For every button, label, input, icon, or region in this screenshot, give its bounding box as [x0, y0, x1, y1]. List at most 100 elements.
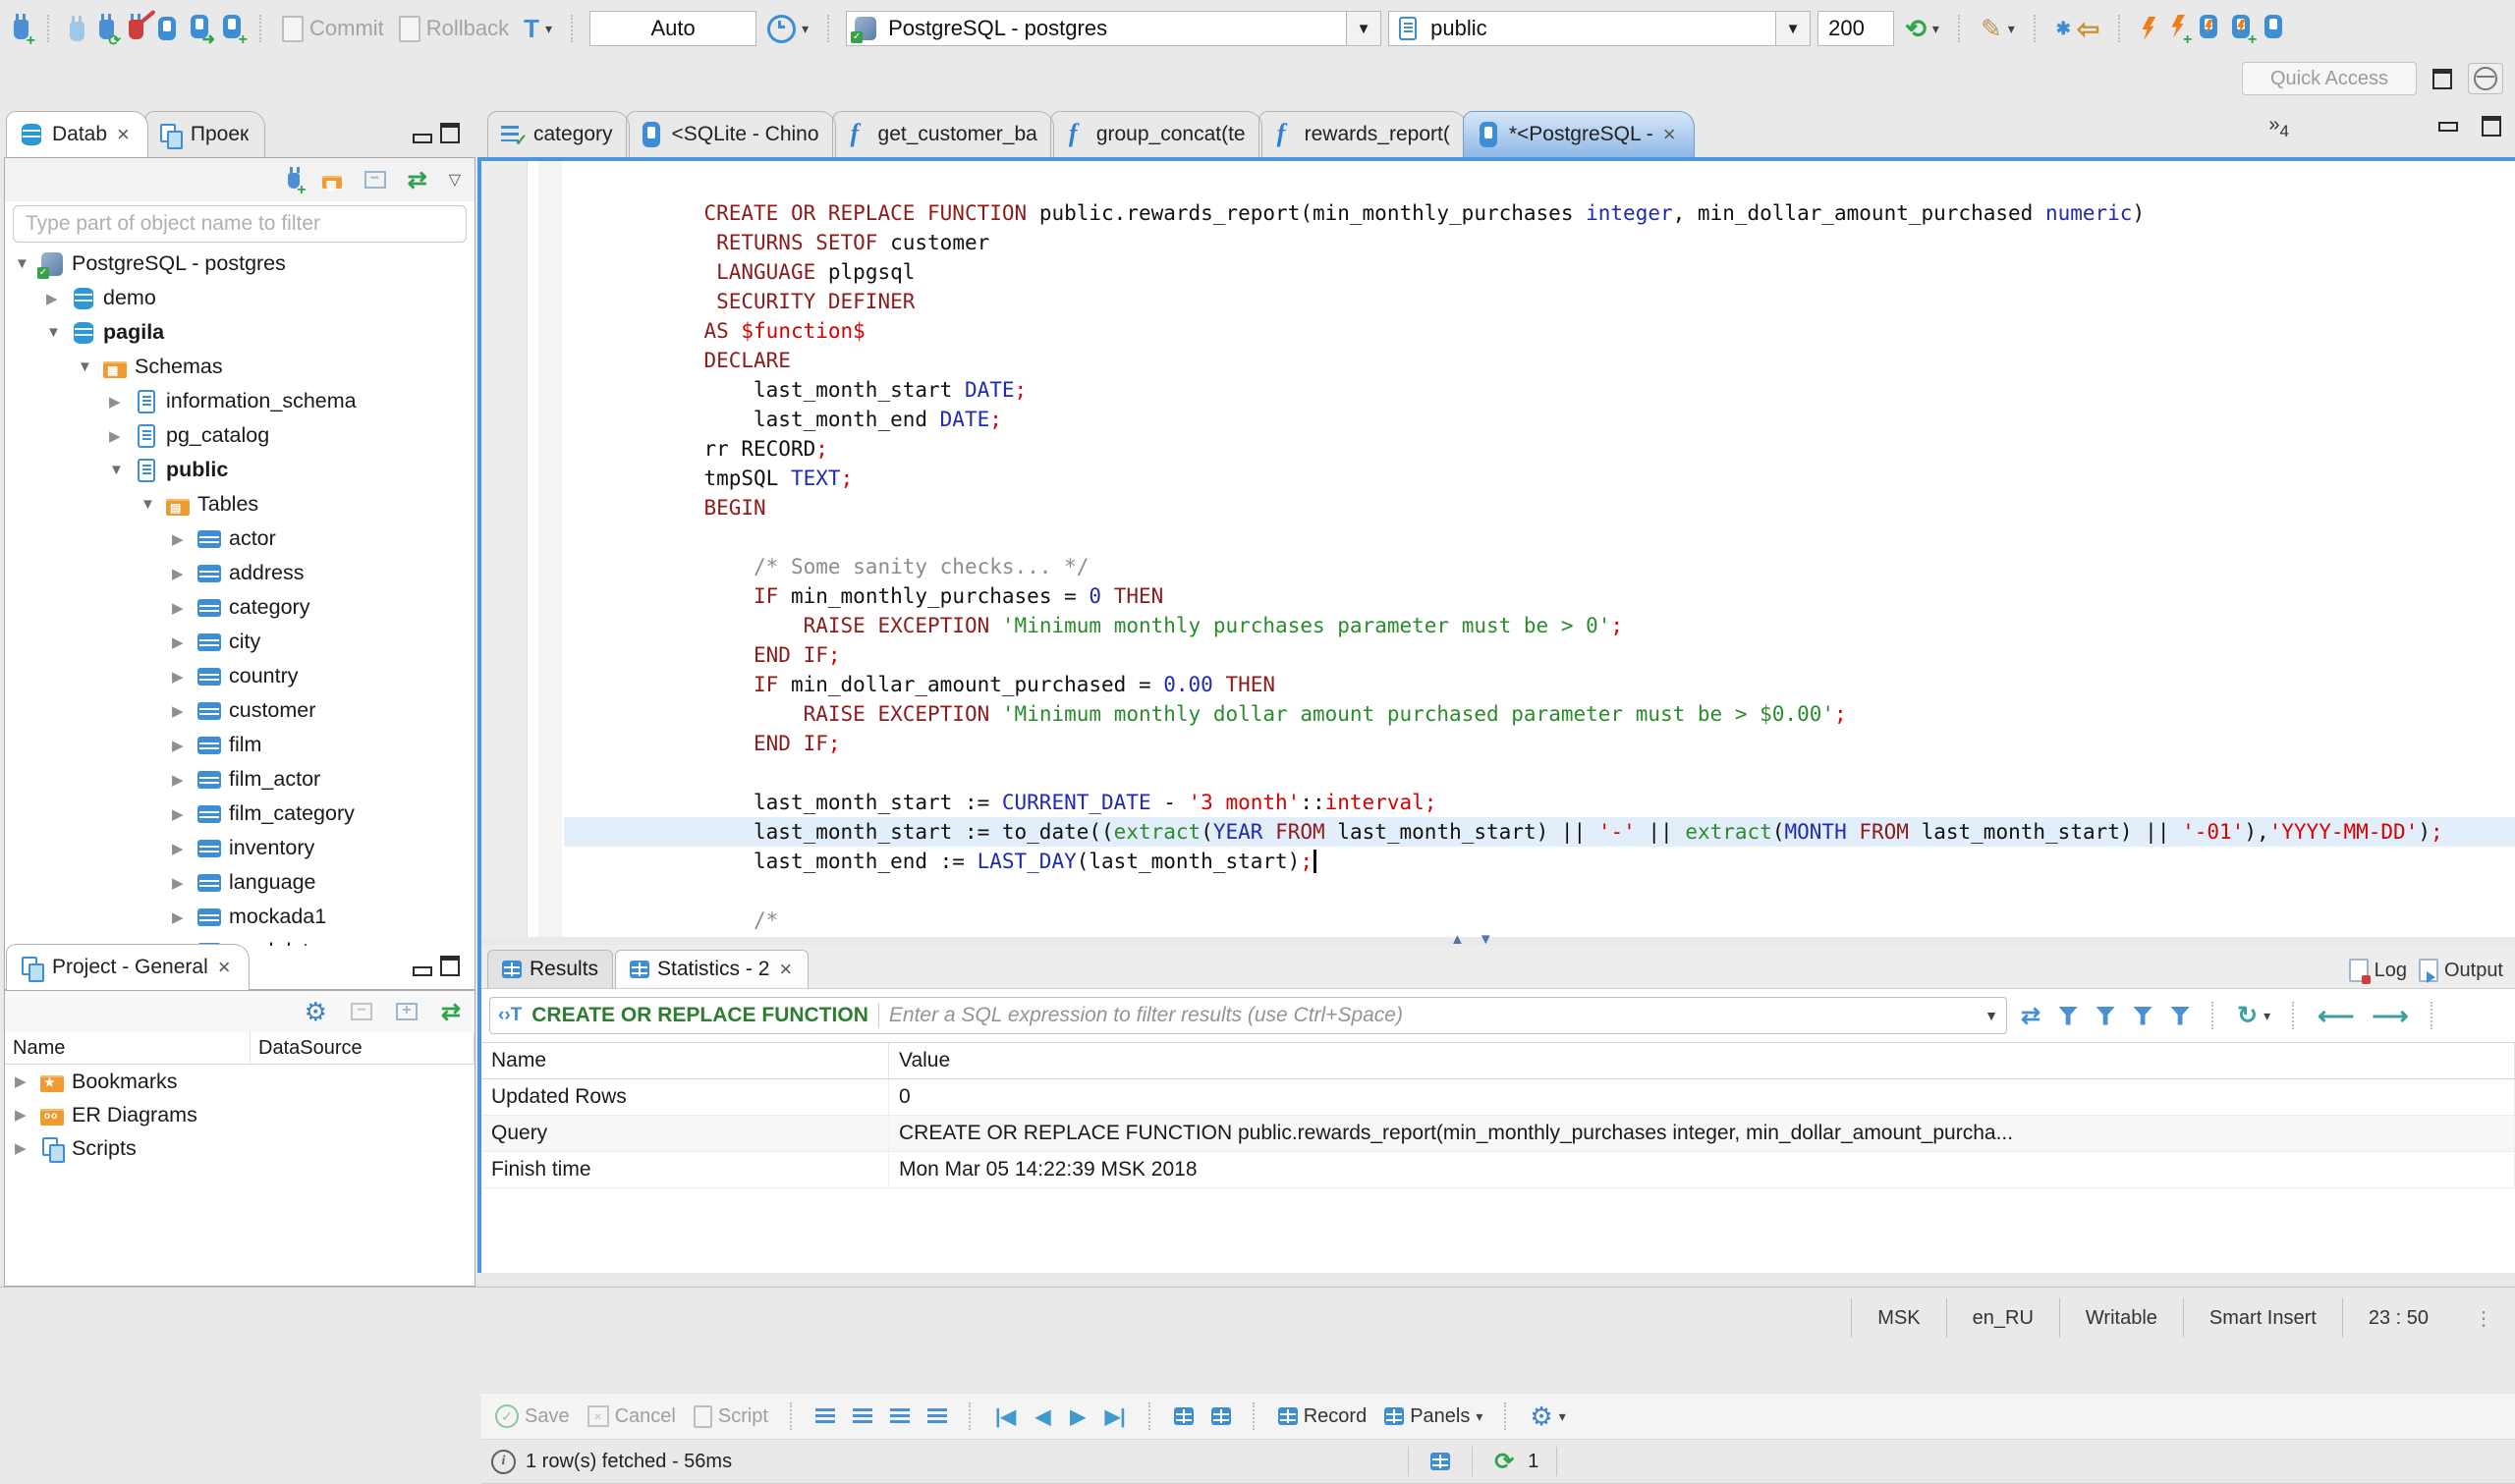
cell-name[interactable]: Query — [481, 1116, 889, 1151]
filter-save-button[interactable]: ✓ — [2054, 1005, 2082, 1027]
statusbar-cell[interactable]: Smart Insert — [2182, 1298, 2342, 1338]
tree-item[interactable]: customer — [5, 693, 475, 728]
next-result-button[interactable]: ⟶ — [2368, 999, 2412, 1033]
edit-value-button[interactable] — [811, 1406, 839, 1426]
tree-item[interactable]: public — [5, 453, 475, 487]
commit-mode-combo[interactable]: Auto — [589, 11, 757, 46]
last-row-button[interactable]: ▶| — [1100, 1404, 1131, 1429]
close-icon[interactable]: × — [115, 124, 132, 145]
statusbar-cell[interactable]: MSK — [1851, 1298, 1945, 1338]
grid-row[interactable]: Updated Rows 0 — [481, 1079, 2515, 1116]
refresh-result-button[interactable]: ↻ ▾ — [2233, 999, 2274, 1032]
tree-expander-icon[interactable] — [15, 1139, 32, 1157]
execute-statement-button[interactable] — [2137, 15, 2159, 42]
fetch-page-button[interactable] — [1170, 1405, 1198, 1427]
tree-item[interactable]: country — [5, 659, 475, 693]
open-perspective-button[interactable] — [2429, 67, 2456, 91]
collapse-all-button[interactable]: − — [361, 169, 390, 191]
filter-dropdown-icon[interactable]: ▼ — [1984, 1008, 1998, 1023]
editor-tab[interactable]: rewards_report( × — [1258, 111, 1467, 157]
maximize-editor-button[interactable] — [2478, 114, 2505, 138]
tree-expander-icon[interactable] — [172, 737, 190, 754]
perspective-button[interactable] — [2468, 63, 2503, 94]
cell-value[interactable]: 0 — [889, 1079, 2515, 1115]
editor-tab[interactable]: get_customer_ba × — [831, 111, 1054, 157]
minimize-project-button[interactable] — [409, 964, 436, 978]
filter-edit-button[interactable]: + — [2129, 1005, 2156, 1027]
filter-refresh-button[interactable]: ⇄ — [2017, 1000, 2044, 1032]
tree-expander-icon[interactable] — [172, 874, 190, 892]
column-header-name[interactable]: Name — [5, 1032, 251, 1064]
minimize-editor-button[interactable] — [2434, 120, 2462, 134]
grid-row[interactable]: Finish time Mon Mar 05 14:22:39 MSK 2018 — [481, 1152, 2515, 1188]
statusbar-handle-icon[interactable]: ⋮ — [2454, 1306, 2515, 1331]
tree-expander-icon[interactable] — [172, 633, 190, 651]
schema-combo[interactable]: public ▼ — [1388, 11, 1812, 46]
minimize-panel-button[interactable] — [409, 132, 436, 145]
tree-item[interactable]: Tables — [5, 487, 475, 522]
project-item[interactable]: Scripts — [5, 1131, 475, 1165]
previous-row-button[interactable]: ◀ — [1031, 1404, 1055, 1429]
previous-result-button[interactable]: ⟵ — [2314, 999, 2358, 1033]
tree-item[interactable]: pg_catalog — [5, 418, 475, 453]
tree-expander-icon[interactable] — [172, 840, 190, 857]
tree-expander-icon[interactable] — [109, 462, 127, 478]
cell-value[interactable]: CREATE OR REPLACE FUNCTION public.reward… — [889, 1116, 2515, 1151]
tree-expander-icon[interactable] — [172, 771, 190, 789]
delete-row-button[interactable] — [923, 1406, 951, 1426]
tree-expander-icon[interactable] — [172, 565, 190, 582]
maximize-panel-button[interactable] — [436, 121, 464, 145]
transaction-log-button[interactable]: ▾ — [763, 13, 812, 45]
tree-item[interactable]: actor — [5, 522, 475, 556]
tree-expander-icon[interactable] — [15, 255, 32, 272]
project-expand-button[interactable]: + — [392, 1001, 421, 1022]
new-sql-editor-button[interactable]: + — [219, 13, 248, 47]
code-line[interactable]: CREATE OR REPLACE FUNCTION public.reward… — [564, 169, 2515, 225]
close-icon[interactable]: × — [777, 959, 794, 980]
tree-expander-icon[interactable] — [15, 1106, 32, 1124]
cell-value[interactable]: Mon Mar 05 14:22:39 MSK 2018 — [889, 1152, 2515, 1187]
editor-tab[interactable]: <SQLite - Chino × — [625, 111, 836, 157]
tree-expander-icon[interactable] — [172, 702, 190, 720]
code-line[interactable]: IF min_dollar_amount_purchased = 0.00 TH… — [564, 640, 2515, 696]
tree-item[interactable]: category — [5, 590, 475, 625]
link-with-editor-button[interactable]: ⇄ — [404, 164, 431, 196]
refresh-button[interactable]: ⟲ ▾ — [1901, 12, 1943, 46]
project-collapse-button[interactable]: − — [347, 1001, 376, 1022]
editor-tab[interactable]: *<PostgreSQL - × — [1462, 111, 1695, 157]
view-menu-button[interactable]: ▽ — [445, 168, 465, 192]
object-filter-input[interactable] — [24, 211, 456, 237]
tree-expander-icon[interactable] — [78, 358, 95, 375]
execute-new-tab-button[interactable]: + — [2166, 13, 2192, 47]
undo-button[interactable]: ✱ ⇦ — [2052, 11, 2104, 47]
tree-expander-icon[interactable] — [172, 668, 190, 686]
filter-remove-button[interactable]: × — [2092, 1005, 2119, 1027]
filter-placeholder[interactable]: Enter a SQL expression to filter results… — [889, 1004, 1975, 1027]
statusbar-cell[interactable]: en_RU — [1945, 1298, 2059, 1338]
tree-item[interactable]: pagila — [5, 315, 475, 350]
sql-editor[interactable]: CREATE OR REPLACE FUNCTION public.reward… — [481, 161, 2515, 937]
statusbar-cell[interactable]: Writable — [2058, 1298, 2183, 1338]
project-item[interactable]: Bookmarks — [5, 1065, 475, 1098]
tree-expander-icon[interactable] — [140, 496, 158, 513]
project-link-button[interactable]: ⇄ — [437, 996, 465, 1028]
tree-item[interactable]: Schemas — [5, 350, 475, 384]
cancel-button[interactable]: × Cancel — [584, 1403, 680, 1430]
tree-expander-icon[interactable] — [109, 427, 127, 445]
transaction-mode-button[interactable]: T ▾ — [520, 12, 556, 46]
disconnect-button[interactable] — [125, 9, 156, 46]
log-button[interactable]: Log — [2348, 959, 2407, 984]
open-sql-console-button[interactable]: ➜ — [187, 13, 215, 47]
nav-new-folder-button[interactable] — [317, 167, 347, 192]
grid-row[interactable]: Query CREATE OR REPLACE FUNCTION public.… — [481, 1116, 2515, 1152]
fetch-all-button[interactable] — [1207, 1405, 1235, 1427]
column-header-datasource[interactable]: DataSource — [251, 1032, 475, 1064]
first-row-button[interactable]: |◀ — [990, 1404, 1021, 1429]
connection-dropdown-icon[interactable]: ▼ — [1346, 12, 1381, 45]
tree-expander-icon[interactable] — [172, 908, 190, 926]
tab-database-navigator[interactable]: Datab × — [6, 111, 148, 157]
duplicate-row-button[interactable] — [886, 1406, 914, 1426]
tree-item[interactable]: film — [5, 728, 475, 762]
calc-panel-button[interactable] — [1426, 1451, 1454, 1472]
code-line[interactable]: last_month_start := CURRENT_DATE - '3 mo… — [564, 758, 2515, 814]
